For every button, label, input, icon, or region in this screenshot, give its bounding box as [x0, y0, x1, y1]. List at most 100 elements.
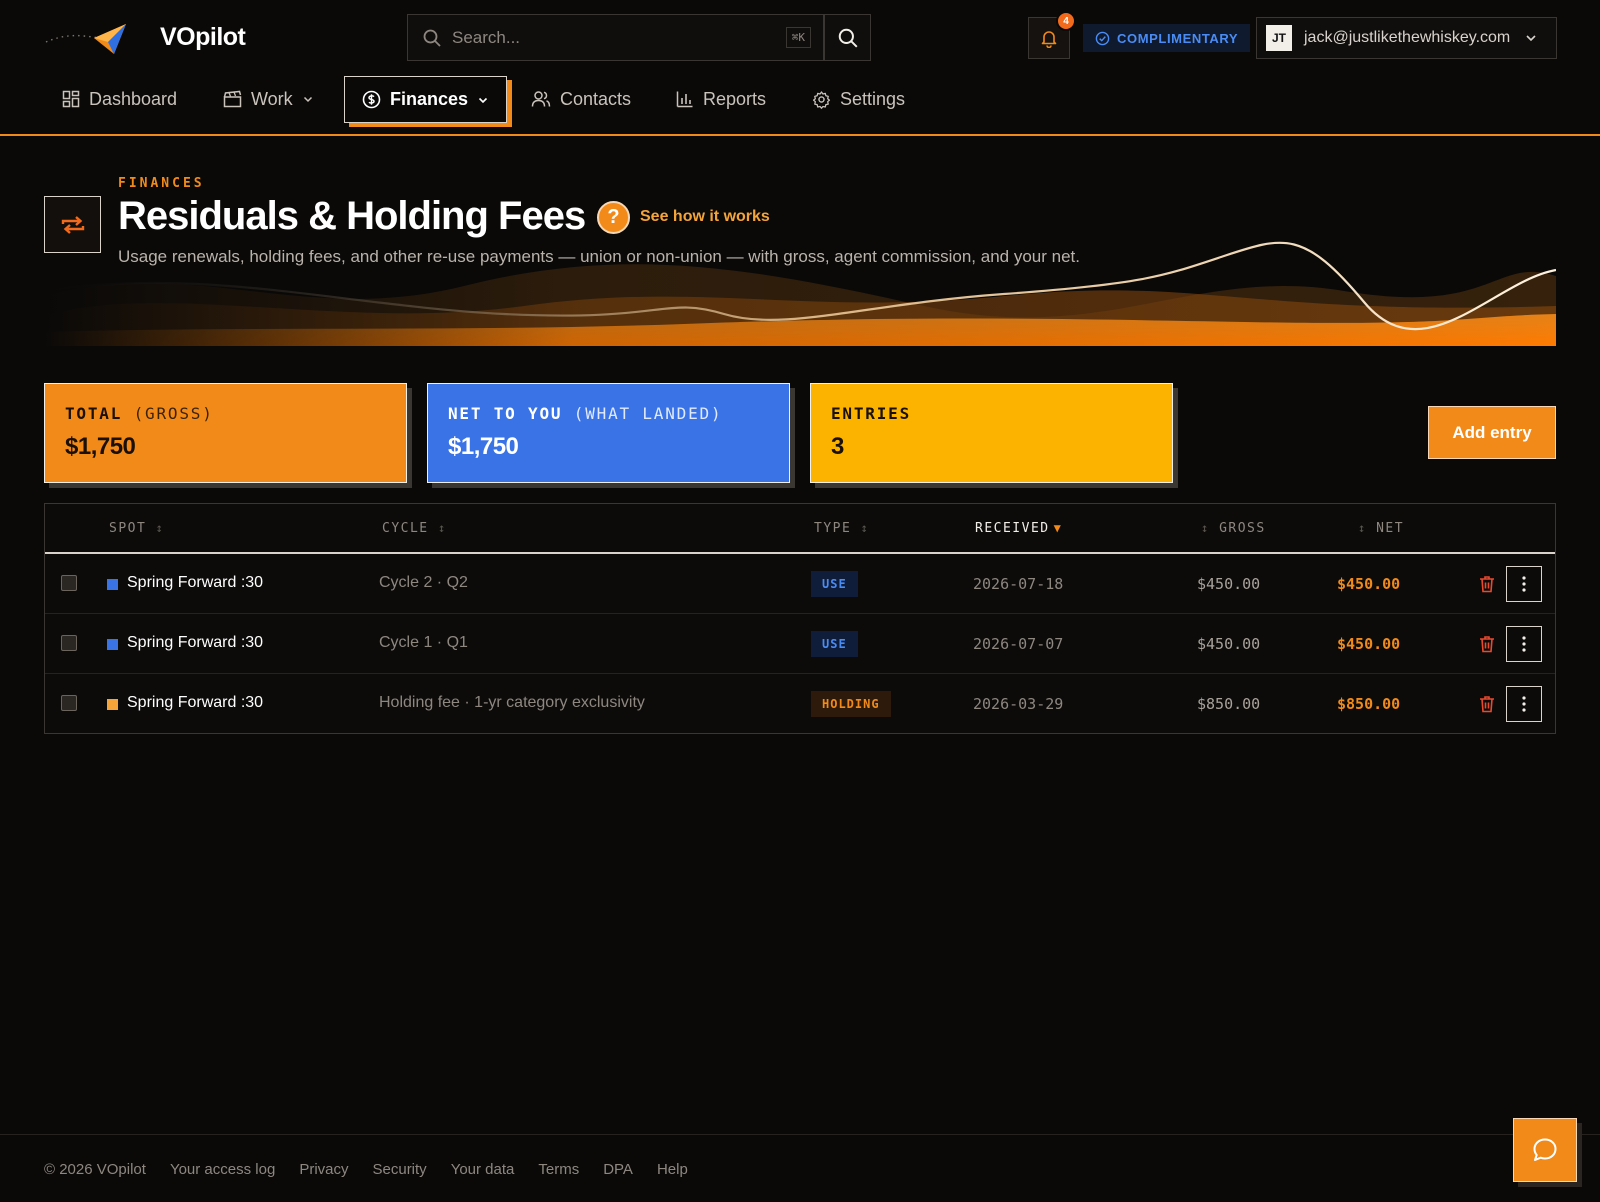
footer-link-access-log[interactable]: Your access log — [170, 1161, 275, 1178]
nav-label: Finances — [390, 89, 469, 109]
spot-color-swatch — [107, 639, 118, 650]
residuals-table: SPOT ↕ CYCLE ↕ TYPE ↕ RECEIVED ▼ ↕ GROSS … — [44, 503, 1556, 734]
chevron-down-icon — [1526, 35, 1536, 42]
search-button[interactable] — [824, 14, 871, 61]
row-gross: $450.00 — [1197, 635, 1261, 653]
search-box[interactable]: ⌘K — [407, 14, 824, 61]
table-row[interactable]: Spring Forward :30 Cycle 1 · Q1 USE 2026… — [45, 614, 1555, 674]
row-more-options-button[interactable] — [1506, 566, 1542, 602]
plan-label: COMPLIMENTARY — [1117, 30, 1239, 46]
nav-item-reports[interactable]: Reports — [676, 76, 766, 122]
chevron-down-icon — [478, 97, 488, 103]
account-email: jack@justlikethewhiskey.com — [1304, 29, 1511, 46]
row-checkbox[interactable] — [61, 635, 77, 651]
plan-badge: COMPLIMENTARY — [1083, 24, 1251, 52]
column-header-type[interactable]: TYPE ↕ — [814, 521, 869, 536]
bell-icon — [1041, 31, 1057, 48]
footer-link-dpa[interactable]: DPA — [603, 1161, 633, 1178]
row-cycle: Cycle 1 · Q1 — [379, 634, 468, 651]
table-row[interactable]: Spring Forward :30 Cycle 2 · Q2 USE 2026… — [45, 554, 1555, 614]
nav-label: Work — [251, 88, 293, 109]
row-gross: $450.00 — [1197, 575, 1261, 593]
gear-icon — [812, 90, 831, 109]
row-net: $450.00 — [1337, 635, 1401, 653]
help-question-icon[interactable]: ? — [597, 201, 630, 234]
footer-links: © 2026 VOpilot Your access log Privacy S… — [44, 1161, 688, 1178]
row-spot[interactable]: Spring Forward :30 — [127, 634, 263, 652]
search-shortcut-hint: ⌘K — [785, 27, 811, 48]
avatar: JT — [1266, 25, 1292, 51]
page-title: Residuals & Holding Fees — [118, 194, 586, 238]
row-cycle: Cycle 2 · Q2 — [379, 574, 468, 591]
stat-card-entries: ENTRIES 3 — [810, 383, 1173, 483]
column-header-net[interactable]: ↕ NET — [1358, 521, 1404, 536]
residuals-repeat-icon-box — [44, 196, 101, 253]
check-circle-icon — [1095, 31, 1110, 45]
stat-card-net-to-you: NET TO YOU (WHAT LANDED) $1,750 — [427, 383, 790, 483]
nav-label: Reports — [703, 88, 767, 109]
row-spot[interactable]: Spring Forward :30 — [127, 574, 263, 592]
spot-color-swatch — [107, 579, 118, 590]
column-header-received[interactable]: RECEIVED ▼ — [975, 521, 1062, 536]
stat-value: 3 — [831, 433, 844, 460]
row-type-badge: USE — [811, 631, 858, 657]
row-more-options-button[interactable] — [1506, 626, 1542, 662]
nav-item-work[interactable]: Work — [223, 76, 314, 122]
trash-icon[interactable] — [1477, 574, 1497, 594]
stat-label: TOTAL (GROSS) — [65, 404, 214, 423]
account-menu[interactable]: JT jack@justlikethewhiskey.com — [1256, 17, 1557, 59]
table-row[interactable]: Spring Forward :30 Holding fee · 1-yr ca… — [45, 674, 1555, 734]
row-net: $850.00 — [1337, 695, 1401, 713]
trash-icon[interactable] — [1477, 634, 1497, 654]
grid-icon — [62, 90, 80, 108]
row-gross: $850.00 — [1197, 695, 1261, 713]
nav-item-finances[interactable]: Finances — [344, 76, 508, 123]
footer-link-privacy[interactable]: Privacy — [299, 1161, 348, 1178]
stat-label: ENTRIES — [831, 404, 912, 423]
row-type-badge: HOLDING — [811, 691, 891, 717]
add-entry-button[interactable]: Add entry — [1428, 406, 1556, 459]
more-vertical-icon — [1522, 576, 1526, 592]
row-cycle: Holding fee · 1-yr category exclusivity — [379, 694, 645, 711]
app-name: VOpilot — [160, 23, 246, 51]
more-vertical-icon — [1522, 696, 1526, 712]
row-spot[interactable]: Spring Forward :30 — [127, 694, 263, 712]
row-more-options-button[interactable] — [1506, 686, 1542, 722]
stat-value: $1,750 — [448, 433, 519, 460]
row-type-badge: USE — [811, 571, 858, 597]
footer-copyright: © 2026 VOpilot — [44, 1161, 146, 1178]
chat-button[interactable] — [1513, 1118, 1577, 1182]
page-header: FINANCES Residuals & Holding Fees ? See … — [44, 150, 1556, 346]
column-header-spot[interactable]: SPOT ↕ — [109, 521, 164, 536]
page-subtitle: Usage renewals, holding fees, and other … — [118, 247, 1080, 266]
column-header-gross[interactable]: ↕ GROSS — [1201, 521, 1266, 536]
notification-count-badge: 4 — [1056, 11, 1076, 31]
nav-label: Contacts — [560, 88, 632, 109]
footer-link-security[interactable]: Security — [373, 1161, 427, 1178]
nav-item-contacts[interactable]: Contacts — [531, 76, 631, 122]
stat-value: $1,750 — [65, 433, 136, 460]
nav-label: Settings — [840, 88, 906, 109]
more-vertical-icon — [1522, 636, 1526, 652]
trash-icon[interactable] — [1477, 694, 1497, 714]
users-icon — [531, 91, 551, 107]
repeat-icon — [61, 215, 84, 234]
search-input[interactable] — [452, 27, 786, 48]
row-checkbox[interactable] — [61, 575, 77, 591]
section-eyebrow: FINANCES — [118, 176, 205, 191]
nav-item-dashboard[interactable]: Dashboard — [62, 76, 177, 122]
stat-card-total-gross: TOTAL (GROSS) $1,750 — [44, 383, 407, 483]
footer-link-terms[interactable]: Terms — [538, 1161, 579, 1178]
app-logo[interactable]: VOpilot — [44, 18, 246, 58]
main-nav: Dashboard Work Finances Contacts Reports… — [0, 76, 1600, 136]
nav-item-settings[interactable]: Settings — [812, 76, 905, 122]
column-header-cycle[interactable]: CYCLE ↕ — [382, 521, 447, 536]
see-how-it-works-link[interactable]: See how it works — [640, 208, 770, 226]
search-icon — [838, 28, 858, 48]
sort-desc-icon: ▼ — [1053, 521, 1063, 535]
chevron-down-icon — [303, 96, 312, 103]
row-checkbox[interactable] — [61, 695, 77, 711]
footer-link-your-data[interactable]: Your data — [451, 1161, 515, 1178]
bar-chart-icon — [676, 91, 693, 108]
footer-link-help[interactable]: Help — [657, 1161, 688, 1178]
